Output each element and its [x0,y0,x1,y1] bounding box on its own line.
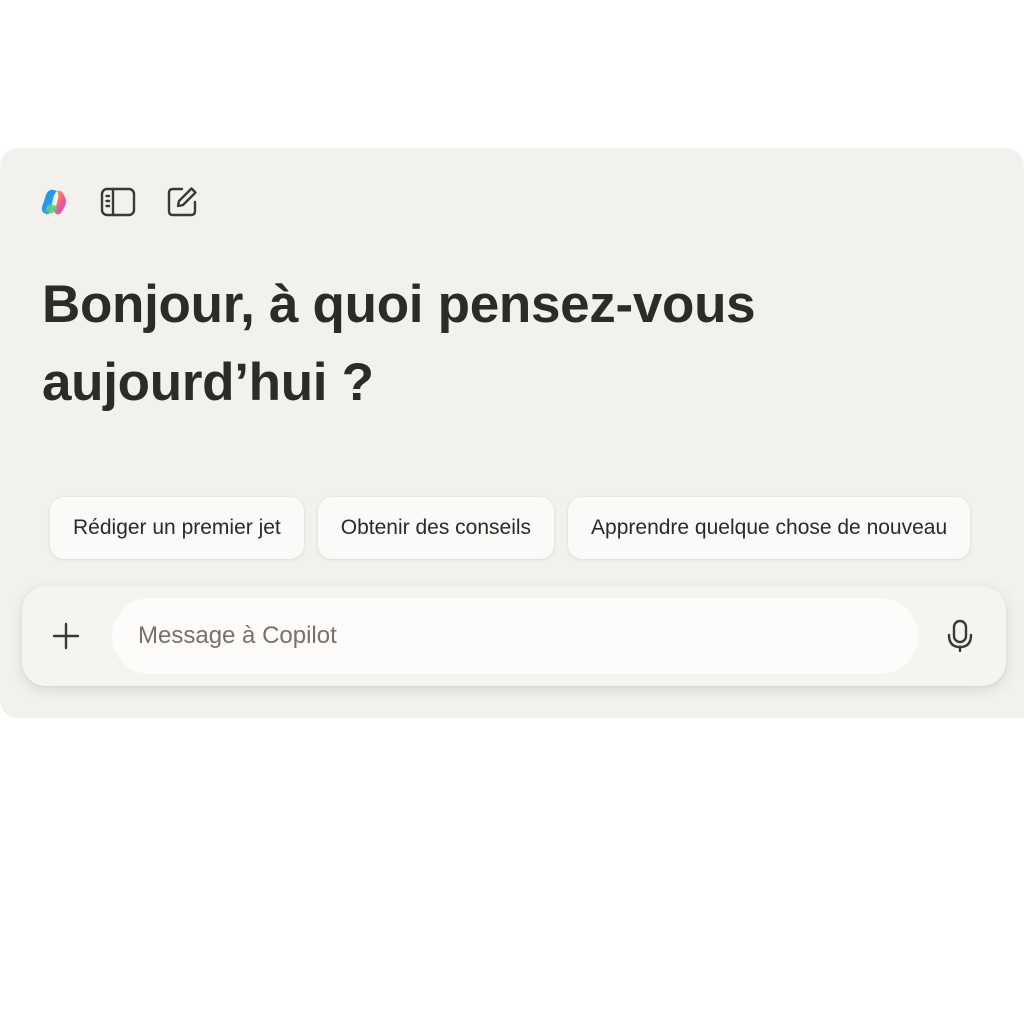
page: Bonjour, à quoi pensez-vous aujourd’hui … [0,0,1024,1024]
toolbar [36,184,200,220]
suggestion-chip-learn[interactable]: Apprendre quelque chose de nouveau [568,497,971,559]
sidebar-toggle-icon[interactable] [100,184,136,220]
suggestion-chip-advice[interactable]: Obtenir des conseils [317,497,555,559]
message-input[interactable] [112,598,918,674]
suggestion-chip-draft[interactable]: Rédiger un premier jet [50,497,304,559]
new-chat-icon[interactable] [164,184,200,220]
message-composer [22,586,1006,686]
copilot-logo-icon[interactable] [36,184,72,220]
microphone-icon[interactable] [940,616,980,656]
suggestion-chips: Rédiger un premier jet Obtenir des conse… [50,497,984,559]
plus-icon[interactable] [48,618,84,654]
greeting-heading: Bonjour, à quoi pensez-vous aujourd’hui … [42,275,756,412]
copilot-window: Bonjour, à quoi pensez-vous aujourd’hui … [0,148,1024,718]
